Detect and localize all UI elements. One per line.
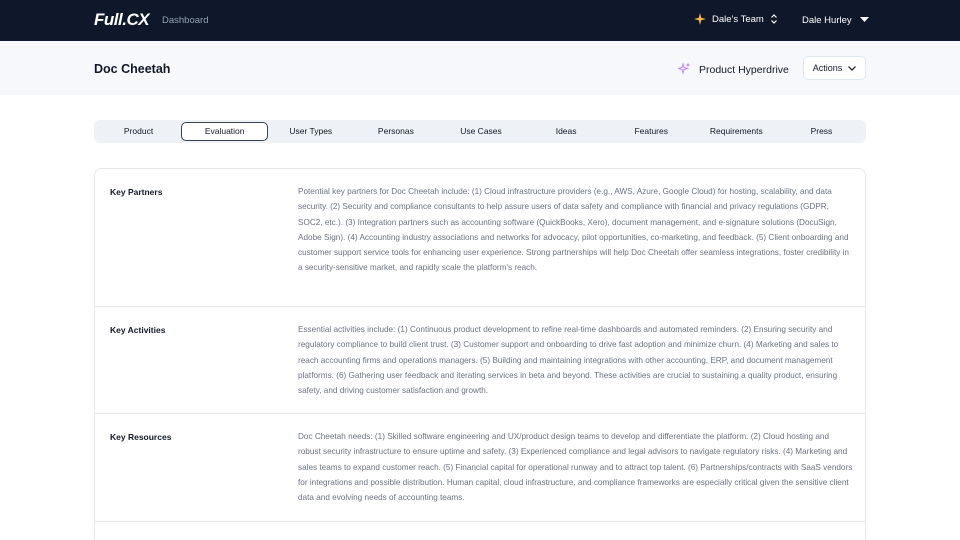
tab-evaluation[interactable]: Evaluation — [181, 122, 269, 141]
tab-user-types[interactable]: User Types — [268, 122, 353, 141]
row-text: Potential key partners for Doc Cheetah i… — [298, 187, 849, 273]
actions-label: Actions — [812, 63, 843, 73]
row-key-partners: Key Partners Potential key partners for … — [95, 169, 865, 307]
page-title: Doc Cheetah — [94, 62, 171, 76]
chevron-down-icon — [848, 63, 857, 73]
tab-requirements[interactable]: Requirements — [694, 122, 779, 141]
row-text: Doc Cheetah needs: (1) Skilled software … — [298, 432, 853, 503]
actions-dropdown-button[interactable]: Actions — [803, 56, 866, 80]
tab-features[interactable]: Features — [609, 122, 694, 141]
tab-product[interactable]: Product — [96, 122, 181, 141]
evaluation-card: Key Partners Potential key partners for … — [94, 168, 866, 540]
row-key-activities: Key Activities Essential activities incl… — [95, 307, 865, 414]
team-switcher[interactable]: Dale's Team — [694, 13, 778, 25]
caret-down-icon — [859, 15, 869, 26]
tab-ideas[interactable]: Ideas — [524, 122, 609, 141]
product-hyperdrive-button[interactable]: Product Hyperdrive — [676, 62, 789, 78]
top-navigation-bar: Full.CX Dashboard Dale's Team Dale Hurle… — [0, 0, 960, 41]
row-key-resources: Key Resources Doc Cheetah needs: (1) Ski… — [95, 414, 865, 522]
tab-personas[interactable]: Personas — [353, 122, 438, 141]
row-label: Key Resources — [110, 432, 172, 442]
tab-use-cases[interactable]: Use Cases — [438, 122, 523, 141]
page-header: Doc Cheetah Product Hyperdrive Actions — [0, 41, 960, 95]
section-tabs: Product Evaluation User Types Personas U… — [94, 120, 866, 143]
row-label: Key Activities — [110, 325, 166, 335]
row-text: Essential activities include: (1) Contin… — [298, 325, 839, 396]
sparkle-icon — [694, 13, 706, 25]
nav-link-dashboard[interactable]: Dashboard — [162, 15, 208, 26]
chevron-up-down-icon — [770, 14, 778, 24]
sparkles-icon — [676, 62, 691, 78]
hyperdrive-label: Product Hyperdrive — [699, 64, 789, 76]
user-menu[interactable]: Dale Hurley — [802, 15, 869, 26]
user-name: Dale Hurley — [802, 15, 852, 26]
logo[interactable]: Full.CX — [94, 10, 150, 30]
team-name: Dale's Team — [712, 13, 764, 25]
tab-press[interactable]: Press — [779, 122, 864, 141]
row-label: Key Partners — [110, 187, 163, 197]
